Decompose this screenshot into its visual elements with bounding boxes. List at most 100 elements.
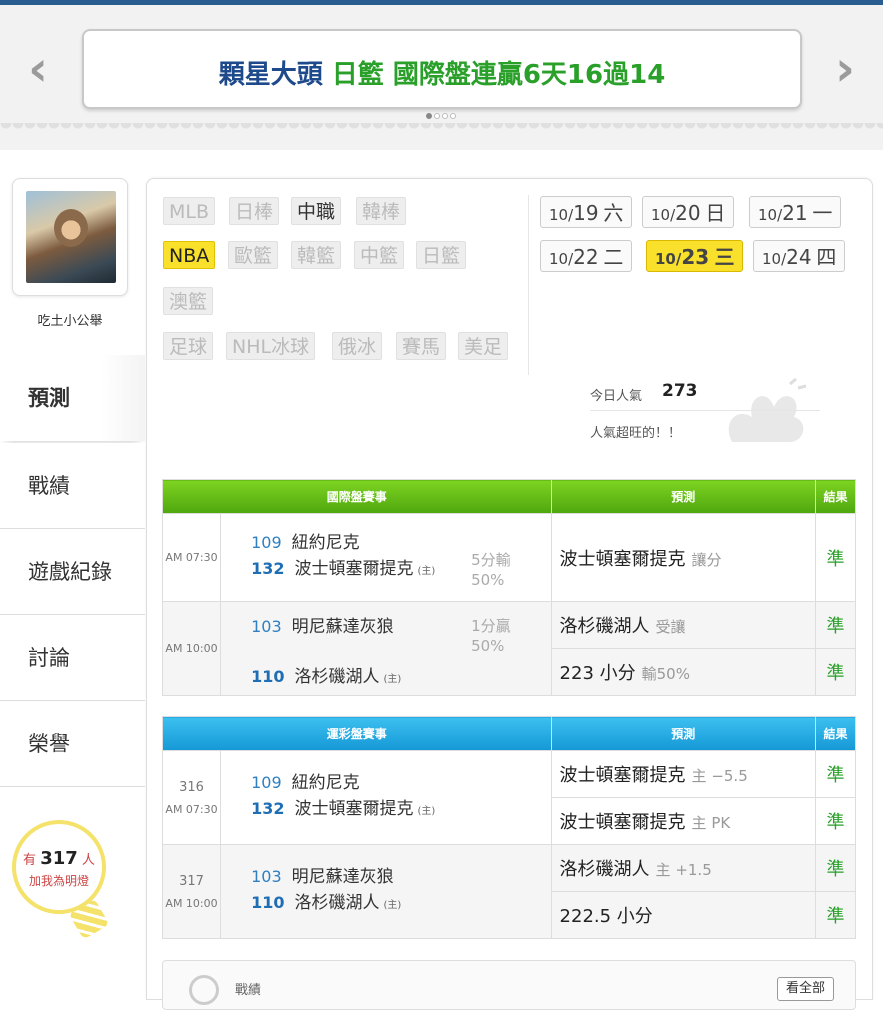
popularity-message: 人氣超旺的！！ (590, 426, 682, 441)
game-number: 317 (179, 873, 204, 889)
chevron-left-icon[interactable]: ‹ (18, 43, 58, 95)
sport-filter-cpbl[interactable]: 中職 (291, 197, 342, 225)
team-name[interactable]: 波士頓塞爾提克 (294, 559, 413, 579)
sport-filter-horse[interactable]: 賽馬 (396, 332, 447, 360)
matchup-cell: 103 明尼蘇達灰狼 110 洛杉磯湖人 (主) (220, 844, 552, 939)
col-header-prediction: 預測 (550, 716, 816, 751)
nav-item-discussion[interactable]: 討論 (0, 615, 145, 701)
sport-filter-bjl[interactable]: 日籃 (416, 241, 467, 269)
sport-filter-mlb[interactable]: MLB (163, 197, 216, 225)
col-header-prediction: 預測 (550, 479, 816, 514)
home-tag: (主) (383, 900, 402, 911)
table-row: AM 07:30 109 紐約尼克 132 波士頓塞爾提克 (主) 5分輸 50% 波士… (161, 513, 857, 602)
sport-filter-kbl[interactable]: 韓籃 (291, 241, 342, 269)
team-number: 109 (251, 533, 282, 552)
result-badge: 準 (814, 844, 857, 892)
view-all-button[interactable]: 看全部 (777, 977, 835, 1001)
avatar-card[interactable] (12, 178, 128, 296)
team-name[interactable]: 明尼蘇達灰狼 (292, 867, 394, 887)
date-button[interactable]: 10/22 二 (540, 240, 633, 272)
matchup-cell: 103 明尼蘇達灰狼 110 洛杉磯湖人 (主) 1分贏 50% (220, 601, 552, 696)
popularity-label: 今日人氣 (590, 389, 643, 404)
team-name[interactable]: 波士頓塞爾提克 (294, 799, 413, 819)
date-button[interactable]: 10/21 一 (749, 196, 842, 228)
prediction-cell: 波士頓塞爾提克主 −5.5 (550, 750, 816, 798)
date-button[interactable]: 10/19 六 (540, 196, 633, 228)
team-name[interactable]: 洛杉磯湖人 (294, 667, 379, 687)
intl-odds-table: 國際盤賽事 預測 結果 AM 07:30 109 紐約尼克 132 波士頓塞爾提克 (… (161, 479, 857, 696)
chevron-right-icon[interactable]: › (825, 43, 865, 95)
table-row: 316 AM 07:30 109 紐約尼克 132 波士頓塞爾提克 (主) 波士頓塞爾提… (161, 750, 857, 845)
table-header-row: 運彩盤賽事 預測 結果 (162, 716, 857, 751)
result-badge: 準 (814, 750, 857, 798)
date-button[interactable]: 10/24 四 (753, 240, 846, 272)
col-header-event: 國際盤賽事 (162, 479, 552, 514)
follower-count: 317 (40, 848, 78, 869)
game-time: AM 10:00 (165, 896, 218, 910)
home-tag: (主) (417, 566, 436, 577)
col-header-event: 運彩盤賽事 (162, 716, 552, 751)
team-number: 103 (251, 617, 282, 636)
filter-divider (528, 195, 529, 375)
sport-filter-sbl[interactable]: 中籃 (354, 241, 405, 269)
nav-item-honor[interactable]: 榮譽 (0, 701, 145, 787)
carousel-dot[interactable] (426, 113, 432, 119)
avatar[interactable] (26, 191, 116, 283)
game-number: 316 (179, 779, 204, 795)
follow-lightbulb-button[interactable]: 有 317 人 加我為明燈 (12, 820, 110, 940)
carousel-dot[interactable] (434, 113, 440, 119)
result-badge: 準 (814, 797, 857, 845)
popularity-flower-icon (728, 377, 807, 443)
sport-filter-nfl[interactable]: 美足 (458, 332, 509, 360)
carousel-dot[interactable] (442, 113, 448, 119)
headline-achievement: 日籃 國際盤連贏6天16過14 (331, 60, 666, 90)
headline-box[interactable]: 顆星大頭 日籃 國際盤連贏6天16過14 (82, 29, 802, 109)
result-badge: 準 (814, 513, 857, 602)
prediction-cell: 223 小分 輸50% (550, 648, 816, 696)
sport-filter-nhl[interactable]: NHL冰球 (226, 332, 316, 360)
team-name[interactable]: 紐約尼克 (292, 773, 360, 793)
sport-filter-nbl[interactable]: 澳籃 (163, 287, 214, 315)
team-name[interactable]: 明尼蘇達灰狼 (292, 617, 394, 637)
sport-filter-nba[interactable]: NBA (163, 241, 216, 269)
record-summary-box: 戰績 看全部 (162, 960, 856, 1010)
prediction-cell: 洛杉磯湖人主 +1.5 (550, 844, 816, 892)
game-time: AM 07:30 (161, 513, 222, 602)
headline-name: 顆星大頭 (218, 60, 323, 90)
team-name[interactable]: 紐約尼克 (292, 533, 360, 553)
matchup-cell: 109 紐約尼克 132 波士頓塞爾提克 (主) (220, 750, 552, 845)
prediction-cell: 波士頓塞爾提克主 PK (550, 797, 816, 845)
nav-item-game-log[interactable]: 遊戲紀錄 (0, 529, 145, 615)
carousel-dot[interactable] (450, 113, 456, 119)
prediction-cell: 波士頓塞爾提克 讓分 (550, 513, 816, 602)
lottery-odds-table: 運彩盤賽事 預測 結果 316 AM 07:30 109 紐約尼克 132 波士頓塞爾… (161, 716, 857, 939)
popularity-divider (590, 410, 820, 411)
sport-filter-khl[interactable]: 俄冰 (332, 332, 383, 360)
date-button[interactable]: 10/20 日 (642, 196, 735, 228)
home-tag: (主) (383, 674, 402, 685)
col-header-result: 結果 (814, 479, 857, 514)
banner-scallop-edge (0, 123, 883, 155)
follow-label: 加我為明燈 (28, 874, 89, 888)
popularity-value: 273 (662, 381, 698, 401)
prediction-cell: 洛杉磯湖人 受讓 (550, 601, 816, 649)
sport-filter-soccer[interactable]: 足球 (163, 332, 214, 360)
odds-note: 1分贏 50% (471, 617, 511, 655)
table-header-row: 國際盤賽事 預測 結果 (162, 479, 857, 514)
result-badge: 準 (814, 648, 857, 696)
date-button-selected[interactable]: 10/23 三 (646, 240, 744, 272)
prediction-cell: 222.5 小分 (550, 891, 816, 939)
nav-item-predict[interactable]: 預測 (0, 355, 145, 441)
sport-filter-kbo[interactable]: 韓棒 (356, 197, 407, 225)
game-time-cell: 316 AM 07:30 (161, 750, 222, 845)
table-row: 317 AM 10:00 103 明尼蘇達灰狼 110 洛杉磯湖人 (主) 洛杉磯湖人主… (161, 844, 857, 939)
sport-filter-npb[interactable]: 日棒 (229, 197, 280, 225)
team-number: 103 (251, 867, 282, 886)
team-name[interactable]: 洛杉磯湖人 (294, 893, 379, 913)
username[interactable]: 吃土小公舉 (0, 310, 140, 329)
odds-note: 5分輸 50% (471, 551, 511, 589)
sport-filter-euro[interactable]: 歐籃 (228, 241, 279, 269)
nav-item-record[interactable]: 戰績 (0, 443, 145, 529)
headline: 顆星大頭 日籃 國際盤連贏6天16過14 (219, 60, 666, 90)
record-label: 戰績 (235, 983, 262, 998)
